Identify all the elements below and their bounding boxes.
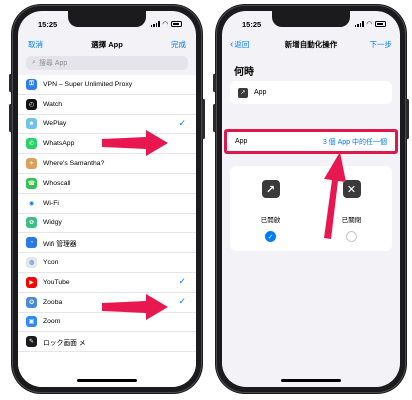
app-name: Zooba xyxy=(43,298,63,306)
search-placeholder: 搜尋 App xyxy=(38,60,68,67)
app-icon: ◔ xyxy=(26,237,37,249)
next-button[interactable]: 下一步 xyxy=(370,39,393,50)
trigger-app-label: App xyxy=(254,89,267,96)
left-screen: 15:25 ◠ 取消 選擇 App 完成 ⌕ 搜尋 App ⚿ VPN – Sup… xyxy=(18,11,196,387)
app-name: YouTube xyxy=(43,278,70,286)
signal-icon xyxy=(150,21,160,27)
checkmark-icon: ✓ xyxy=(178,295,186,306)
app-name: Ycon xyxy=(43,259,59,267)
list-item[interactable]: ◴ Watch xyxy=(18,95,196,115)
list-item[interactable]: ◉ Wi-Fi xyxy=(18,194,196,214)
notch xyxy=(272,11,350,27)
mute-switch xyxy=(9,74,12,92)
radio-opened-checked[interactable]: ✓ xyxy=(265,231,276,242)
volume-up-button xyxy=(213,104,216,132)
app-icon: ▶ xyxy=(26,276,37,288)
app-icon: ⚿ xyxy=(26,78,37,90)
search-icon: ⌕ xyxy=(32,59,36,66)
power-button xyxy=(202,99,205,139)
left-phone-frame: 15:25 ◠ 取消 選擇 App 完成 ⌕ 搜尋 App ⚿ VPN – Sup… xyxy=(9,4,205,394)
nav-bar: ‹ 返回 新增自動化操作 下一步 xyxy=(222,33,400,55)
app-icon: ▣ xyxy=(26,316,37,328)
page-title: 新增自動化操作 xyxy=(284,39,338,49)
app-icon: ◴ xyxy=(26,98,37,110)
list-item[interactable]: ▶ YouTube ✓ xyxy=(18,273,196,293)
home-indicator xyxy=(77,379,137,382)
annotation-arrow-selected-apps xyxy=(324,152,346,239)
list-item[interactable]: ◔ Wifi 管理器 xyxy=(18,233,196,254)
list-item[interactable]: ✎ ロック画面 メ xyxy=(18,332,196,353)
list-item[interactable]: ☎ Whoscall xyxy=(18,174,196,194)
app-icon: ◉ xyxy=(26,197,37,209)
app-icon: ✆ xyxy=(26,138,37,150)
battery-icon xyxy=(375,21,386,27)
back-label: 返回 xyxy=(234,39,250,49)
search-input[interactable]: ⌕ 搜尋 App xyxy=(26,56,188,70)
app-name: Widgy xyxy=(43,219,62,227)
app-icon: ✪ xyxy=(26,296,37,308)
back-button[interactable]: ‹ 返回 xyxy=(230,39,249,50)
power-button xyxy=(406,99,409,139)
app-name: Where's Samantha? xyxy=(43,160,105,168)
app-name: Zoom xyxy=(43,318,61,326)
battery-icon xyxy=(171,21,182,27)
list-item[interactable]: ✿ Widgy xyxy=(18,214,196,234)
checkmark-icon: ✓ xyxy=(178,275,186,286)
wifi-icon: ◠ xyxy=(366,21,372,28)
choice-opened-label: 已開啟 xyxy=(260,217,281,224)
app-list: ⚿ VPN – Super Unlimited Proxy ◴ Watch ☻ WePla… xyxy=(18,75,196,387)
trigger-app-row[interactable]: ↗ App xyxy=(230,81,392,104)
checkmark-icon: ✓ xyxy=(178,117,186,128)
mute-switch xyxy=(213,74,216,92)
section-heading: 何時 xyxy=(234,67,254,78)
home-indicator xyxy=(281,379,341,382)
page-title: 選擇 App xyxy=(91,39,123,49)
annotation-arrow-weplay xyxy=(102,130,168,156)
app-icon: ☻ xyxy=(26,118,37,130)
done-button[interactable]: 完成 xyxy=(171,39,186,50)
app-name: Wi-Fi xyxy=(43,199,59,207)
app-name: Whoscall xyxy=(43,179,71,187)
app-name: VPN – Super Unlimited Proxy xyxy=(43,80,133,88)
app-icon: ✿ xyxy=(26,217,37,229)
nav-bar: 取消 選擇 App 完成 xyxy=(18,33,196,55)
volume-up-button xyxy=(9,104,12,132)
status-time: 15:25 xyxy=(38,19,58,29)
app-trigger-icon: ↗ xyxy=(238,87,248,98)
app-name: WePlay xyxy=(43,120,67,128)
choice-opened[interactable]: ↗ 已開啟 ✓ xyxy=(241,180,301,251)
notch xyxy=(68,11,146,27)
signal-icon xyxy=(354,21,364,27)
annotation-arrow-youtube xyxy=(102,294,168,320)
chevron-left-icon: ‹ xyxy=(230,38,234,50)
app-icon: ✦ xyxy=(26,158,37,170)
app-name: WhatsApp xyxy=(43,140,75,148)
open-arrow-icon: ↗ xyxy=(261,180,280,198)
cancel-button[interactable]: 取消 xyxy=(28,39,43,50)
app-icon: ✎ xyxy=(26,336,37,348)
app-name: ロック画面 メ xyxy=(43,339,86,347)
selected-apps-value: 3 個 App 中的任一個 xyxy=(322,138,387,146)
status-time: 15:25 xyxy=(242,19,262,29)
app-name: Wifi 管理器 xyxy=(43,240,77,248)
app-icon: ☎ xyxy=(26,177,37,189)
wifi-icon: ◠ xyxy=(162,21,168,28)
app-name: Watch xyxy=(43,100,63,108)
app-icon: ◍ xyxy=(26,257,37,269)
selected-apps-label: App xyxy=(235,138,248,145)
list-item[interactable]: ◍ Ycon xyxy=(18,253,196,273)
list-item[interactable]: ⚿ VPN – Super Unlimited Proxy xyxy=(18,75,196,95)
